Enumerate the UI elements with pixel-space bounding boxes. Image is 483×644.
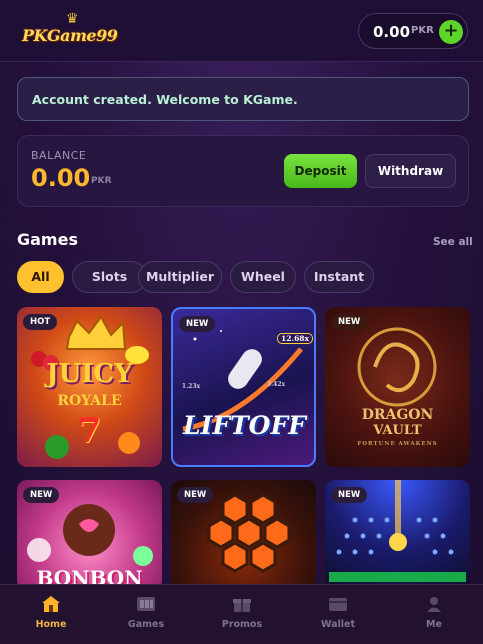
lucky-seven: 7 [77, 411, 102, 451]
games-icon [137, 597, 155, 611]
wallet-balance-pill[interactable]: 0.00 PKR + [358, 13, 468, 49]
game-tile-plinko[interactable]: NEW [325, 480, 470, 590]
withdraw-button[interactable]: Withdraw [365, 154, 456, 188]
gift-icon [233, 599, 251, 612]
filter-chip-multiplier[interactable]: Multiplier [138, 261, 222, 293]
add-funds-icon[interactable]: + [439, 20, 463, 44]
filter-chip-wheel[interactable]: Wheel [230, 261, 296, 293]
filter-chip-instant[interactable]: Instant [304, 261, 374, 293]
nav-promos-label: Promos [221, 619, 263, 630]
nav-me[interactable]: Me [386, 585, 482, 644]
filter-chip-all[interactable]: All [17, 261, 64, 293]
wallet-amount: 0.00 [373, 23, 411, 41]
nav-me-label: Me [426, 619, 442, 630]
logo-text: PKGame99 [22, 26, 118, 45]
nav-home[interactable]: Home [3, 585, 99, 644]
user-icon [427, 597, 441, 612]
juicy-title: JUICY [46, 359, 133, 389]
nav-wallet-label: Wallet [320, 619, 356, 630]
crown-icon: ♛ [66, 11, 79, 27]
game-tile-liftoff[interactable]: NEW 12.68x 3.42x 1.23x LIFTOFF [171, 307, 316, 467]
home-icon [42, 596, 60, 612]
brand-logo[interactable]: ♛ PKGame99 [22, 12, 126, 50]
liftoff-title: LIFTOFF [183, 411, 306, 440]
balance-card: BALANCE 0.00 PKR Deposit Withdraw [17, 135, 469, 207]
notice-text: Account created. Welcome to KGame. [32, 92, 298, 107]
multiplier-readout-mid: 3.42x [266, 381, 286, 388]
wallet-icon [329, 598, 347, 611]
games-section-title: Games [17, 230, 78, 249]
balance-currency: PKR [91, 176, 112, 186]
vault-title: VAULT [373, 423, 422, 438]
multiplier-readout-low: 1.23x [181, 383, 201, 390]
deposit-button[interactable]: Deposit [284, 154, 357, 188]
multiplier-readout-high: 12.68x [277, 333, 313, 344]
game-tile-hexagon[interactable]: NEW [171, 480, 316, 590]
filter-chip-slots[interactable]: Slots [72, 261, 147, 293]
dragon-tagline: FORTUNE AWAKENS [357, 441, 438, 447]
royale-subtitle: ROYALE [57, 393, 122, 409]
see-all-link[interactable]: See all [433, 236, 473, 248]
dragon-title: DRAGON [361, 407, 434, 423]
game-tile-juicy-royale[interactable]: HOT JUICY ROYALE 7 [17, 307, 162, 467]
nav-home-label: Home [35, 619, 67, 630]
hexagon-grid-art [207, 493, 291, 573]
wallet-currency: PKR [411, 25, 434, 36]
success-notice: Account created. Welcome to KGame. [17, 77, 469, 121]
game-tile-bonbon[interactable]: NEW BONBON [17, 480, 162, 590]
top-header: ♛ PKGame99 0.00 PKR + [0, 0, 483, 62]
bottom-navigation: Home Games Promos Wallet Me [0, 584, 483, 644]
balance-amount: 0.00 [31, 164, 91, 192]
nav-wallet[interactable]: Wallet [290, 585, 386, 644]
nav-promos[interactable]: Promos [194, 585, 290, 644]
game-tile-dragon-vault[interactable]: NEW DRAGON VAULT FORTUNE AWAKENS [325, 307, 470, 467]
nav-games[interactable]: Games [98, 585, 194, 644]
balance-label: BALANCE [31, 149, 87, 162]
plinko-board-art [329, 480, 466, 582]
nav-games-label: Games [127, 619, 165, 630]
